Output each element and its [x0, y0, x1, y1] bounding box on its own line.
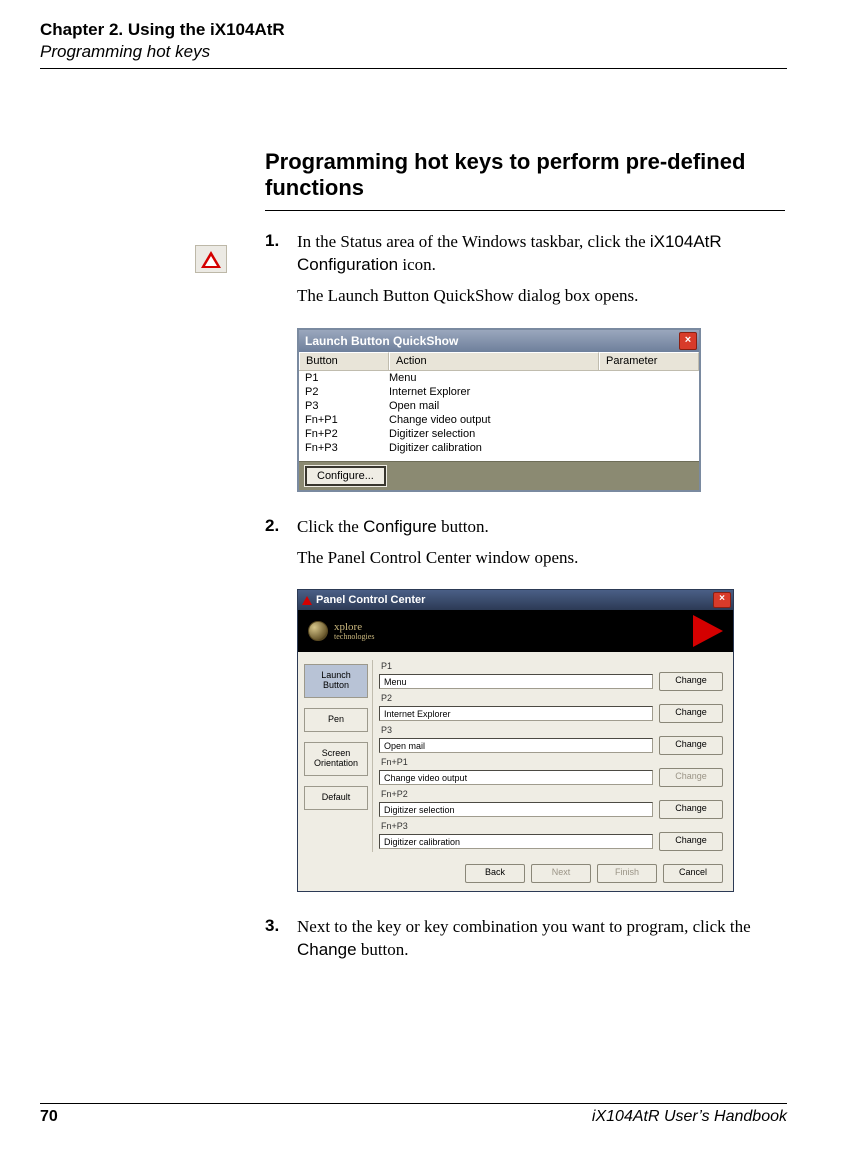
table-row[interactable]: P1Menu [299, 371, 699, 385]
tab-default[interactable]: Default [304, 786, 368, 810]
row-field[interactable]: Menu [379, 674, 653, 689]
chapter-title: Chapter 2. Using the iX104AtR [40, 20, 787, 40]
step-number: 2. [265, 516, 297, 578]
column-header-button[interactable]: Button [299, 352, 389, 370]
quickshow-column-headers[interactable]: Button Action Parameter [299, 352, 699, 371]
arrow-icon [693, 615, 723, 647]
step-text: The Panel Control Center window opens. [297, 547, 578, 570]
column-header-parameter[interactable]: Parameter [599, 352, 699, 370]
pcc-brand-bar: xplore technologies [298, 610, 733, 652]
configure-button[interactable]: Configure... [305, 466, 386, 486]
step-text: button. [437, 517, 489, 536]
quickshow-footer: Configure... [299, 461, 699, 490]
heading-rule [265, 210, 785, 211]
change-button[interactable]: Change [659, 832, 723, 851]
table-row[interactable]: P2Internet Explorer [299, 385, 699, 399]
change-button[interactable]: Change [659, 736, 723, 755]
step-1: 1. In the Status area of the Windows tas… [265, 231, 785, 316]
step-text: Next to the key or key combination you w… [297, 917, 751, 936]
step-number: 1. [265, 231, 297, 316]
row-label: P3 [379, 724, 723, 736]
cell-action: Internet Explorer [389, 385, 599, 399]
tab-pen[interactable]: Pen [304, 708, 368, 732]
cell-action: Digitizer calibration [389, 441, 599, 455]
row-label: P2 [379, 692, 723, 704]
step-text-helv: Change [297, 940, 357, 959]
cancel-button[interactable]: Cancel [663, 864, 723, 883]
table-row[interactable]: Fn+P2Digitizer selection [299, 427, 699, 441]
section-heading: Programming hot keys to perform pre-defi… [265, 149, 785, 202]
cell-button: Fn+P3 [305, 441, 389, 455]
close-icon[interactable]: × [679, 332, 697, 350]
pcc-side-tabs: Launch Button Pen Screen Orientation Def… [304, 660, 372, 852]
cell-button: Fn+P2 [305, 427, 389, 441]
book-title: iX104AtR User’s Handbook [592, 1108, 787, 1126]
panel-control-center-dialog: Panel Control Center × xplore technologi… [297, 589, 734, 892]
cell-button: P2 [305, 385, 389, 399]
row-label: Fn+P3 [379, 820, 723, 832]
cell-action: Change video output [389, 413, 599, 427]
page-number: 70 [40, 1108, 58, 1126]
cell-action: Open mail [389, 399, 599, 413]
warning-icon [195, 245, 227, 273]
cell-button: Fn+P1 [305, 413, 389, 427]
header-rule [40, 68, 787, 69]
row-field[interactable]: Internet Explorer [379, 706, 653, 721]
quickshow-titlebar[interactable]: Launch Button QuickShow × [299, 330, 699, 352]
column-header-action[interactable]: Action [389, 352, 599, 370]
change-button[interactable]: Change [659, 704, 723, 723]
close-icon[interactable]: × [713, 592, 731, 608]
pcc-footer: Back Next Finish Cancel [298, 858, 733, 891]
change-button: Change [659, 768, 723, 787]
pcc-main-panel: P1 Menu Change P2 Internet Explorer Change P… [372, 660, 723, 852]
row-field[interactable]: Digitizer calibration [379, 834, 653, 849]
step-2: 2. Click the Configure button. The Panel… [265, 516, 785, 578]
quickshow-dialog: Launch Button QuickShow × Button Action … [297, 328, 701, 492]
tab-launch-button[interactable]: Launch Button [304, 664, 368, 698]
step-text: button. [357, 940, 409, 959]
row-field[interactable]: Open mail [379, 738, 653, 753]
back-button[interactable]: Back [465, 864, 525, 883]
step-text: The Launch Button QuickShow dialog box o… [297, 285, 785, 308]
step-text-helv: Configure [363, 517, 437, 536]
table-row[interactable]: Fn+P3Digitizer calibration [299, 441, 699, 455]
brand-text: technologies [334, 633, 374, 641]
pcc-title: Panel Control Center [316, 594, 425, 606]
row-field[interactable]: Digitizer selection [379, 802, 653, 817]
table-row[interactable]: Fn+P1Change video output [299, 413, 699, 427]
section-subtitle: Programming hot keys [40, 42, 787, 62]
change-button[interactable]: Change [659, 800, 723, 819]
cell-action: Digitizer selection [389, 427, 599, 441]
step-number: 3. [265, 916, 297, 970]
warning-icon [302, 596, 312, 605]
finish-button: Finish [597, 864, 657, 883]
page-footer: 70 iX104AtR User’s Handbook [40, 1103, 787, 1126]
cell-button: P3 [305, 399, 389, 413]
step-text: In the Status area of the Windows taskba… [297, 232, 650, 251]
cell-action: Menu [389, 371, 599, 385]
row-label: P1 [379, 660, 723, 672]
quickshow-list: P1Menu P2Internet Explorer P3Open mail F… [299, 371, 699, 461]
row-label: Fn+P1 [379, 756, 723, 768]
step-text: Click the [297, 517, 363, 536]
globe-icon [308, 621, 328, 641]
cell-button: P1 [305, 371, 389, 385]
table-row[interactable]: P3Open mail [299, 399, 699, 413]
tab-screen-orientation[interactable]: Screen Orientation [304, 742, 368, 776]
quickshow-title: Launch Button QuickShow [305, 334, 458, 348]
row-label: Fn+P2 [379, 788, 723, 800]
change-button[interactable]: Change [659, 672, 723, 691]
row-field[interactable]: Change video output [379, 770, 653, 785]
step-text: icon. [398, 255, 436, 274]
next-button: Next [531, 864, 591, 883]
pcc-titlebar[interactable]: Panel Control Center × [298, 590, 733, 610]
step-3: 3. Next to the key or key combination yo… [265, 916, 785, 970]
